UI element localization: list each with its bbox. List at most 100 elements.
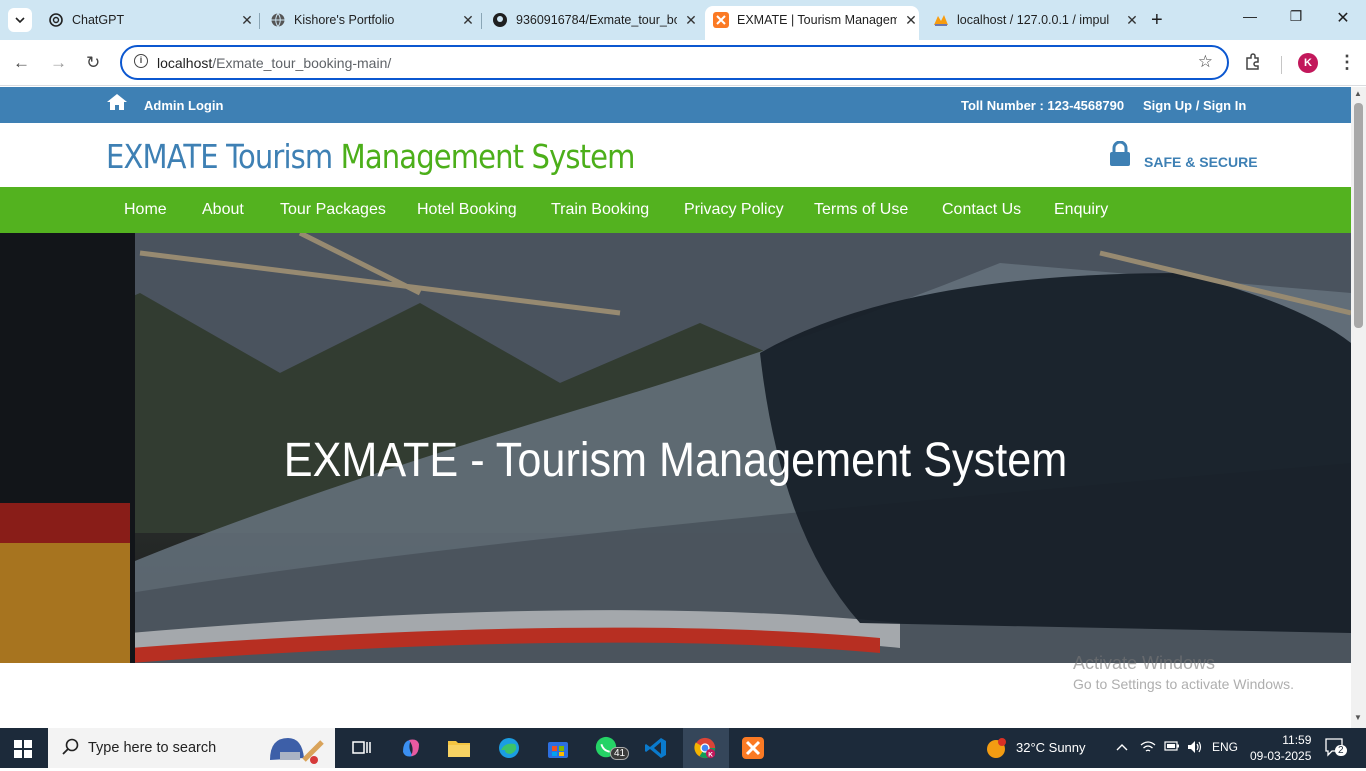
close-icon[interactable]: ✕: [239, 12, 255, 29]
brand-part-2: Management System: [340, 137, 636, 176]
language-indicator[interactable]: ENG: [1212, 740, 1238, 754]
main-nav: Home About Tour Packages Hotel Booking T…: [0, 187, 1351, 233]
scroll-down-arrow-icon[interactable]: ▼: [1354, 713, 1362, 722]
globe-icon: [270, 12, 286, 28]
file-explorer-icon[interactable]: [447, 736, 471, 760]
profile-avatar[interactable]: K: [1298, 53, 1318, 73]
hero-title: EXMATE - Tourism Management System: [283, 434, 1068, 487]
phpmyadmin-icon: [933, 12, 949, 28]
site-topbar: Admin Login Toll Number : 123-4568790 Si…: [0, 87, 1351, 123]
wifi-icon[interactable]: [1140, 740, 1156, 757]
restore-button[interactable]: ❐: [1273, 8, 1319, 25]
weather-text[interactable]: 32°C Sunny: [1016, 740, 1086, 755]
reload-icon[interactable]: ↻: [86, 53, 100, 73]
safe-secure-label: SAFE & SECURE: [1144, 154, 1258, 170]
nav-contact-us[interactable]: Contact Us: [942, 201, 1021, 219]
bookmark-star-icon[interactable]: ☆: [1198, 52, 1213, 72]
tab-title: ChatGPT: [72, 13, 125, 27]
tab-title: EXMATE | Tourism Managem: [737, 13, 897, 27]
nav-hotel-booking[interactable]: Hotel Booking: [417, 201, 517, 219]
toll-number: Toll Number : 123-4568790: [961, 98, 1125, 113]
url-path: /Exmate_tour_booking-main/: [212, 55, 392, 71]
extensions-puzzle-icon[interactable]: [1244, 53, 1262, 76]
edge-icon[interactable]: [497, 736, 521, 760]
tab-exmate[interactable]: EXMATE | Tourism Managem ✕: [705, 6, 919, 40]
browser-toolbar: ← → ↻ i localhost/Exmate_tour_booking-ma…: [0, 40, 1366, 86]
microsoft-store-icon[interactable]: [546, 736, 570, 760]
nav-home[interactable]: Home: [124, 201, 167, 219]
tab-portfolio[interactable]: Kishore's Portfolio ✕: [262, 6, 476, 34]
notification-count: 2: [1335, 745, 1347, 756]
xampp-icon: [713, 12, 729, 28]
browser-tab-strip: ChatGPT ✕ Kishore's Portfolio ✕ 93609167…: [0, 0, 1366, 40]
system-clock[interactable]: 11:59 09-03-2025: [1250, 732, 1311, 764]
search-icon: [62, 738, 80, 761]
web-page: Admin Login Toll Number : 123-4568790 Si…: [0, 87, 1351, 728]
tab-search-button[interactable]: [8, 8, 32, 32]
cricket-helmet-icon[interactable]: [266, 732, 326, 771]
tab-divider: [259, 13, 260, 29]
activate-windows-watermark: Activate Windows Go to Settings to activ…: [1073, 653, 1294, 692]
nav-privacy-policy[interactable]: Privacy Policy: [684, 201, 784, 219]
close-icon[interactable]: ✕: [683, 12, 699, 29]
window-close-button[interactable]: ✕: [1320, 8, 1366, 28]
address-bar[interactable]: i localhost/Exmate_tour_booking-main/ ☆: [120, 45, 1229, 80]
copilot-icon[interactable]: [399, 736, 423, 760]
toolbar-divider: [1281, 56, 1282, 74]
url-host: localhost: [157, 55, 213, 71]
battery-icon[interactable]: [1164, 740, 1180, 755]
nav-about[interactable]: About: [202, 201, 244, 219]
vscode-icon[interactable]: [644, 736, 668, 760]
tab-github[interactable]: 9360916784/Exmate_tour_bo ✕: [484, 6, 699, 34]
site-brand[interactable]: EXMATE Tourism Management System: [106, 137, 635, 176]
url-text[interactable]: localhost/Exmate_tour_booking-main/: [157, 55, 391, 71]
watermark-line-2: Go to Settings to activate Windows.: [1073, 676, 1294, 692]
tab-title: Kishore's Portfolio: [294, 13, 395, 27]
svg-text:K: K: [708, 751, 713, 758]
new-tab-button[interactable]: +: [1151, 10, 1163, 30]
tab-title: 9360916784/Exmate_tour_bo: [516, 13, 677, 27]
tab-chatgpt[interactable]: ChatGPT ✕: [40, 6, 255, 34]
hero-banner: EXMATE - Tourism Management System: [0, 233, 1351, 663]
close-icon[interactable]: ✕: [460, 12, 476, 29]
chatgpt-icon: [48, 12, 64, 28]
nav-terms-of-use[interactable]: Terms of Use: [814, 201, 908, 219]
watermark-line-1: Activate Windows: [1073, 653, 1216, 673]
home-icon[interactable]: [106, 93, 128, 114]
nav-train-booking[interactable]: Train Booking: [551, 201, 649, 219]
site-header: EXMATE Tourism Management System SAFE & …: [0, 123, 1351, 187]
speaker-icon[interactable]: [1187, 740, 1203, 757]
taskbar-search-box[interactable]: Type here to search: [48, 728, 335, 768]
scrollbar-thumb[interactable]: [1354, 103, 1363, 328]
windows-start-icon[interactable]: [14, 740, 32, 763]
github-icon: [492, 12, 508, 28]
scroll-up-arrow-icon[interactable]: ▲: [1354, 89, 1362, 98]
site-info-icon[interactable]: i: [134, 54, 148, 68]
chrome-icon[interactable]: K: [693, 736, 717, 760]
lock-icon: [1109, 140, 1131, 172]
admin-login-link[interactable]: Admin Login: [144, 98, 223, 113]
nav-enquiry[interactable]: Enquiry: [1054, 201, 1108, 219]
brand-part-1: EXMATE Tourism: [106, 137, 333, 176]
xampp-taskbar-icon[interactable]: [741, 736, 765, 760]
minimize-button[interactable]: —: [1227, 8, 1273, 24]
whatsapp-badge: 41: [610, 747, 630, 760]
clock-time: 11:59: [1282, 733, 1312, 747]
tab-title: localhost / 127.0.0.1 / impul: [957, 13, 1110, 27]
weather-sun-icon[interactable]: [985, 737, 1007, 762]
back-arrow-icon[interactable]: ←: [13, 53, 30, 73]
windows-taskbar: Type here to search 41 K 32°C Sunny ENG …: [0, 728, 1366, 768]
search-placeholder: Type here to search: [88, 740, 217, 756]
forward-arrow-icon[interactable]: →: [50, 53, 67, 73]
clock-date: 09-03-2025: [1250, 749, 1312, 763]
nav-tour-packages[interactable]: Tour Packages: [280, 201, 386, 219]
menu-kebab-icon[interactable]: ⋮: [1338, 52, 1356, 73]
close-icon[interactable]: ✕: [1124, 12, 1140, 29]
tab-divider: [481, 13, 482, 29]
tab-phpmyadmin[interactable]: localhost / 127.0.0.1 / impul ✕: [925, 6, 1140, 34]
chevron-up-icon[interactable]: [1116, 740, 1128, 755]
close-icon[interactable]: ✕: [903, 12, 919, 29]
page-scrollbar[interactable]: ▲ ▼: [1351, 87, 1366, 728]
signup-signin-link[interactable]: Sign Up / Sign In: [1143, 98, 1246, 113]
task-view-icon[interactable]: [350, 736, 374, 760]
